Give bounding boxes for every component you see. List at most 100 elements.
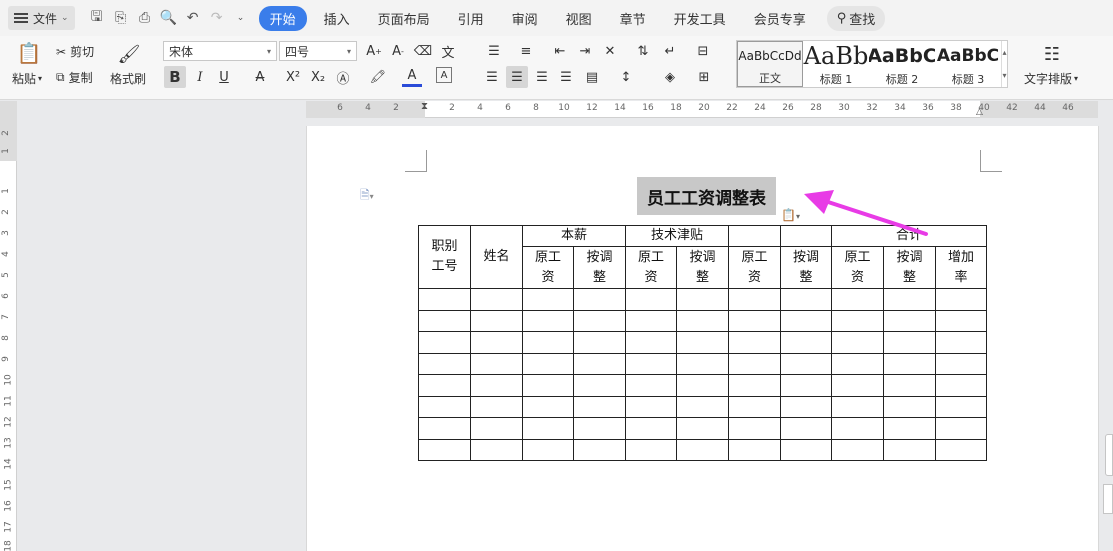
subheader-cell[interactable]: 原工资: [522, 246, 574, 289]
table-cell[interactable]: [418, 374, 471, 397]
text-layout-icon[interactable]: ☷: [1040, 42, 1064, 66]
clear-format-icon[interactable]: ⌫: [413, 41, 433, 61]
font-size-select[interactable]: 四号 ▾: [279, 41, 357, 61]
decrease-font-icon[interactable]: A-: [388, 41, 408, 61]
table-cell[interactable]: [883, 417, 936, 440]
underline-icon[interactable]: U: [214, 67, 234, 87]
subheader-cell[interactable]: 按调整: [676, 246, 729, 289]
table-cell[interactable]: [935, 438, 987, 461]
table-cell[interactable]: [522, 331, 574, 354]
chinese-layout-icon[interactable]: ✕: [600, 41, 620, 61]
italic-icon[interactable]: I: [190, 67, 210, 87]
styles-scroll[interactable]: ▴ ▾: [1001, 41, 1007, 87]
tab-member[interactable]: 会员专享: [743, 6, 817, 31]
table-cell[interactable]: [522, 352, 574, 375]
table-cell[interactable]: [625, 395, 677, 418]
table-cell[interactable]: [935, 288, 987, 311]
search-button[interactable]: ⚲ 查找: [826, 5, 886, 31]
table-cell[interactable]: [935, 417, 987, 440]
table-cell[interactable]: [883, 374, 936, 397]
table-cell[interactable]: [573, 331, 626, 354]
table-cell[interactable]: [831, 309, 884, 332]
decrease-indent-icon[interactable]: ⇤: [550, 41, 570, 61]
table-cell[interactable]: [728, 395, 781, 418]
table-cell[interactable]: [831, 395, 884, 418]
increase-font-icon[interactable]: A +: [364, 41, 384, 61]
table-cell[interactable]: [728, 374, 781, 397]
table-cell[interactable]: [418, 309, 471, 332]
tab-section[interactable]: 章节: [609, 6, 657, 31]
line-spacing-icon[interactable]: ↕: [616, 67, 636, 87]
table-cell[interactable]: [470, 374, 523, 397]
table-cell[interactable]: [470, 438, 523, 461]
table-cell[interactable]: [883, 331, 936, 354]
table-cell[interactable]: [728, 331, 781, 354]
align-left-icon[interactable]: ☰: [482, 67, 502, 87]
table-cell[interactable]: [728, 438, 781, 461]
indent-marker-icon[interactable]: ⧗: [421, 101, 428, 112]
undo-icon[interactable]: ↶: [181, 6, 205, 30]
table-cell[interactable]: [676, 438, 729, 461]
table-cell[interactable]: [418, 352, 471, 375]
justify-icon[interactable]: ☰: [556, 67, 576, 87]
salary-table[interactable]: 职别工号 姓名 本薪 技术津贴 合计 原工资 按调整 原工资 按调整 原工资 按…: [418, 225, 987, 461]
header-name[interactable]: 姓名: [470, 225, 523, 289]
style-heading-1[interactable]: AaBb 标题 1: [803, 41, 869, 87]
table-cell[interactable]: [728, 225, 781, 247]
table-cell[interactable]: [573, 309, 626, 332]
subheader-cell[interactable]: 增加率: [935, 246, 987, 289]
table-cell[interactable]: [522, 417, 574, 440]
increase-indent-icon[interactable]: ⇥: [575, 41, 595, 61]
table-cell[interactable]: [676, 309, 729, 332]
print-preview-icon[interactable]: 🔍: [157, 6, 181, 30]
text-effect-icon[interactable]: Ⓐ: [333, 67, 353, 87]
show-marks-icon[interactable]: ↵: [660, 41, 680, 61]
style-heading-3[interactable]: AaBbC 标题 3: [935, 41, 1001, 87]
format-painter-icon[interactable]: 🖌: [118, 42, 141, 66]
table-cell[interactable]: [522, 288, 574, 311]
document-icon[interactable]: 🗎▾: [360, 186, 374, 207]
sort-icon[interactable]: ⇅: [633, 41, 653, 61]
table-cell[interactable]: [935, 352, 987, 375]
format-painter-button[interactable]: 格式刷: [110, 70, 146, 87]
align-center-icon[interactable]: ☰: [506, 66, 528, 88]
style-heading-2[interactable]: AaBbC 标题 2: [869, 41, 935, 87]
side-tool-icon[interactable]: [1103, 484, 1113, 514]
table-cell[interactable]: [676, 288, 729, 311]
table-cell[interactable]: [470, 288, 523, 311]
align-right-icon[interactable]: ☰: [532, 67, 552, 87]
table-cell[interactable]: [625, 288, 677, 311]
file-menu-button[interactable]: 文件 ⌄: [8, 6, 75, 30]
subheader-cell[interactable]: 按调整: [883, 246, 936, 289]
table-cell[interactable]: [883, 288, 936, 311]
table-cell[interactable]: [883, 309, 936, 332]
table-cell[interactable]: [780, 309, 832, 332]
highlight-icon[interactable]: 🖍: [368, 67, 388, 87]
table-cell[interactable]: [573, 438, 626, 461]
tab-developer[interactable]: 开发工具: [663, 6, 737, 31]
table-cell[interactable]: [418, 288, 471, 311]
char-border-icon[interactable]: A: [436, 67, 452, 83]
table-cell[interactable]: [831, 438, 884, 461]
table-props-icon[interactable]: ⊟: [693, 41, 713, 61]
save-icon[interactable]: 🖫: [85, 6, 109, 30]
subheader-cell[interactable]: 原工资: [728, 246, 781, 289]
horizontal-ruler[interactable]: 6 4 2 2 4 6 8 10 12 14 16 18 20 22 24 26…: [306, 101, 1098, 118]
table-cell[interactable]: [676, 352, 729, 375]
borders-icon[interactable]: ⊞: [694, 67, 714, 87]
table-cell[interactable]: [573, 352, 626, 375]
tab-view[interactable]: 视图: [555, 6, 603, 31]
header-base-pay[interactable]: 本薪: [522, 225, 626, 247]
table-cell[interactable]: [625, 417, 677, 440]
table-cell[interactable]: [418, 395, 471, 418]
subscript-icon[interactable]: X₂: [308, 67, 328, 87]
tab-references[interactable]: 引用: [447, 6, 495, 31]
table-cell[interactable]: [831, 352, 884, 375]
tab-insert[interactable]: 插入: [313, 6, 361, 31]
paste-button[interactable]: 粘贴 ▾: [12, 70, 42, 87]
table-cell[interactable]: [935, 331, 987, 354]
table-cell[interactable]: [625, 352, 677, 375]
table-cell[interactable]: [831, 331, 884, 354]
table-cell[interactable]: [573, 417, 626, 440]
font-name-select[interactable]: 宋体 ▾: [163, 41, 277, 61]
